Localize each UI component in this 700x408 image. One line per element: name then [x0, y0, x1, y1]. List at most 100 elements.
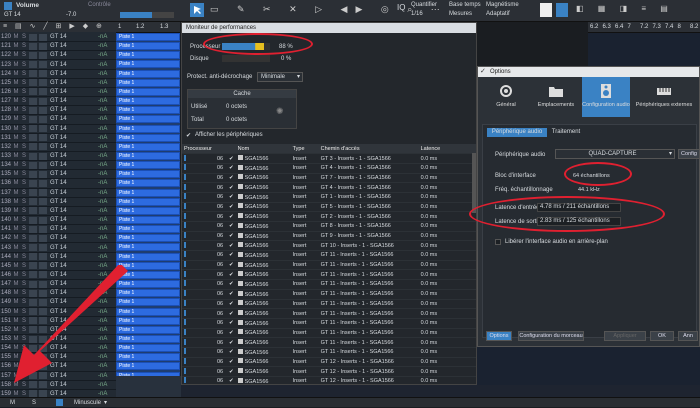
track-solo-button[interactable]: S — [20, 43, 28, 49]
track-row[interactable]: 125 M S GT 14 -nA — [0, 79, 116, 88]
options-button[interactable]: Options — [486, 331, 512, 341]
plugin-row[interactable]: 06 ✔ SGA1566 Insert GT 8 - Inserts - 1 - SGA… — [182, 221, 476, 232]
track-mute-button[interactable]: M — [12, 107, 20, 113]
track-row[interactable]: 137 M S GT 14 -nA — [0, 189, 116, 198]
track-row[interactable]: 129 M S GT 14 -nA — [0, 115, 116, 125]
plugin-row[interactable]: 06 ✔ SGA1566 Insert GT 11 - Inserts - 1 - SG… — [182, 337, 476, 348]
enabled-check-icon[interactable]: ✔ — [227, 153, 236, 164]
track-monitor-button[interactable] — [39, 33, 47, 41]
track-solo-button[interactable]: S — [20, 162, 28, 168]
track-monitor-button[interactable] — [39, 152, 47, 160]
audio-clip[interactable]: Piste 1 — [116, 133, 180, 142]
plugin-row[interactable]: 06 ✔ SGA1566 Insert GT 11 - Inserts - 1 - SG… — [182, 250, 476, 261]
track-record-button[interactable] — [29, 143, 37, 151]
track-toolbar[interactable]: ≡ ▤ ∿ ╱ ⊞ ▶ ◆ ⊕ — [0, 22, 116, 32]
track-solo-button[interactable]: S — [20, 190, 28, 196]
track-name-field[interactable]: GT 14 — [4, 12, 21, 18]
track-solo-button[interactable]: S — [20, 199, 28, 205]
track-solo-button[interactable]: S — [20, 171, 28, 177]
plugin-row[interactable]: 06 ✔ SGA1566 Insert GT 9 - Inserts - 1 - SGA… — [182, 231, 476, 242]
enabled-check-icon[interactable]: ✔ — [227, 289, 236, 300]
track-mute-button[interactable]: M — [12, 89, 20, 95]
track-monitor-button[interactable] — [39, 234, 47, 242]
track-monitor-button[interactable] — [39, 198, 47, 206]
track-monitor-button[interactable] — [39, 189, 47, 197]
track-solo-button[interactable]: S — [20, 254, 28, 260]
plugin-row[interactable]: 06 ✔ SGA1566 Insert GT 11 - Inserts - 1 - SG… — [182, 308, 476, 319]
perf-scrollbar[interactable] — [472, 153, 476, 213]
audio-clip[interactable]: Piste 1 — [116, 179, 180, 188]
bottom-solo-button[interactable]: S — [32, 400, 36, 406]
autoscroll-button[interactable] — [556, 3, 568, 17]
track-row[interactable]: 131 M S GT 14 -nA — [0, 134, 116, 143]
enabled-check-icon[interactable]: ✔ — [227, 337, 236, 348]
ok-button[interactable]: OK — [650, 331, 674, 341]
track-monitor-button[interactable] — [39, 125, 47, 133]
track-row[interactable]: 136 M S GT 14 -nA — [0, 179, 116, 189]
track-monitor-button[interactable] — [39, 115, 47, 123]
enabled-check-icon[interactable]: ✔ — [227, 250, 236, 261]
track-mute-button[interactable]: M — [12, 153, 20, 159]
snap-toggle-button[interactable] — [540, 3, 552, 17]
enabled-check-icon[interactable]: ✔ — [227, 182, 236, 193]
track-row[interactable]: 135 M S GT 14 -nA — [0, 170, 116, 180]
plugin-row[interactable]: 06 ✔ SGA1566 Insert GT 7 - Inserts - 1 - SGA… — [182, 173, 476, 184]
audio-clip[interactable]: Piste 1 — [116, 161, 180, 170]
track-size-select[interactable]: Minuscule — [74, 400, 101, 406]
track-mute-button[interactable]: M — [12, 71, 20, 77]
track-mute-button[interactable]: M — [12, 226, 20, 232]
audio-clip[interactable]: Piste 1 — [116, 197, 180, 206]
track-monitor-button[interactable] — [39, 79, 47, 87]
track-record-button[interactable] — [29, 170, 37, 178]
track-solo-button[interactable]: S — [20, 71, 28, 77]
audio-clip[interactable]: Piste 1 — [116, 206, 180, 215]
audio-clip[interactable]: Piste 1 — [116, 106, 180, 115]
track-monitor-button[interactable] — [39, 97, 47, 105]
plugin-row[interactable]: 06 ✔ SGA1566 Insert GT 3 - Inserts - 1 - SGA… — [182, 153, 476, 164]
plugin-row[interactable]: 06 ✔ SGA1566 Insert GT 11 - Inserts - 1 - SG… — [182, 318, 476, 329]
track-solo-button[interactable]: S — [20, 98, 28, 104]
enabled-check-icon[interactable]: ✔ — [227, 173, 236, 184]
track-record-button[interactable] — [29, 42, 37, 50]
tab-locations[interactable]: Emplacements — [532, 77, 580, 117]
column-header[interactable]: Latence — [418, 144, 476, 155]
snap-select[interactable]: Adaptatif — [486, 11, 510, 17]
enabled-check-icon[interactable]: ✔ — [227, 328, 236, 339]
plugin-row[interactable]: 06 ✔ SGA1566 Insert GT 12 - Inserts - 1 - SG… — [182, 357, 476, 368]
track-row[interactable]: 130 M S GT 14 -nA — [0, 125, 116, 134]
track-mute-button[interactable]: M — [12, 180, 20, 186]
audio-clip[interactable]: Piste 1 — [116, 42, 180, 51]
track-record-button[interactable] — [29, 225, 37, 233]
plugin-row[interactable]: 06 ✔ SGA1566 Insert GT 4 - Inserts - 1 - SGA… — [182, 182, 476, 193]
track-solo-button[interactable]: S — [20, 245, 28, 251]
track-record-button[interactable] — [29, 125, 37, 133]
track-solo-button[interactable]: S — [20, 34, 28, 40]
track-record-button[interactable] — [29, 88, 37, 96]
track-record-button[interactable] — [29, 152, 37, 160]
plugin-row[interactable]: 06 ✔ SGA1566 Insert GT 1 - Inserts - 1 - SGA… — [182, 192, 476, 203]
track-record-button[interactable] — [29, 134, 37, 142]
audio-clip[interactable]: Piste 1 — [116, 97, 180, 106]
plugin-row[interactable]: 06 ✔ SGA1566 Insert GT 2 - Inserts - 1 - SGA… — [182, 211, 476, 222]
track-monitor-button[interactable] — [39, 51, 47, 59]
track-record-button[interactable] — [29, 97, 37, 105]
enabled-check-icon[interactable]: ✔ — [227, 163, 236, 174]
enabled-check-icon[interactable]: ✔ — [227, 221, 236, 232]
track-row[interactable]: 142 M S GT 14 -nA — [0, 234, 116, 244]
column-header[interactable]: Chemin d'accès — [318, 144, 419, 155]
track-row[interactable]: 127 M S GT 14 -nA — [0, 97, 116, 107]
track-monitor-button[interactable] — [39, 106, 47, 114]
track-row[interactable]: 124 M S GT 14 -nA — [0, 70, 116, 79]
audio-clip[interactable]: Piste 1 — [116, 142, 180, 151]
track-solo-button[interactable]: S — [20, 135, 28, 141]
track-monitor-button[interactable] — [39, 134, 47, 142]
song-setup-button[interactable]: Configuration du morceau — [518, 331, 584, 341]
enabled-check-icon[interactable]: ✔ — [227, 269, 236, 281]
enabled-check-icon[interactable]: ✔ — [227, 357, 236, 368]
device-select[interactable]: QUAD-CAPTURE ▾ — [555, 149, 675, 159]
track-record-button[interactable] — [29, 198, 37, 206]
track-mute-button[interactable]: M — [12, 190, 20, 196]
enabled-check-icon[interactable]: ✔ — [227, 279, 236, 290]
track-solo-button[interactable]: S — [20, 208, 28, 214]
track-mute-button[interactable]: M — [12, 98, 20, 104]
